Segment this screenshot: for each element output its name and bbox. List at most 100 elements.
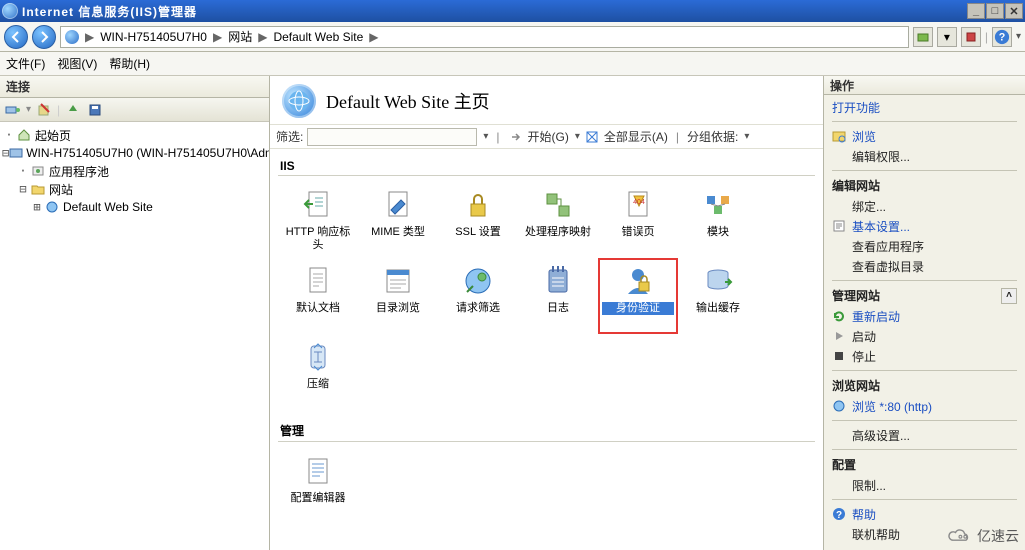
chevron-down-icon[interactable]: ▾ <box>575 131 580 142</box>
action-open-feature[interactable]: 打开功能 <box>832 97 1017 117</box>
chevron-right-icon: ▶ <box>85 30 94 44</box>
show-all[interactable]: 全部显示(A) <box>604 128 668 145</box>
action-bindings[interactable]: 绑定... <box>832 196 1017 216</box>
connections-panel: 连接 ▾ | · 起始页 ⊟ WIN-H751405U7H0 (WIN-H751… <box>0 76 270 550</box>
nav-util-button[interactable] <box>913 27 933 47</box>
filter-bar: 筛选: ▾ | 开始(G) ▾ 全部显示(A) | 分组依据: ▾ <box>270 125 823 149</box>
tile-config-editor[interactable]: 配置编辑器 <box>278 448 358 524</box>
action-browse-binding[interactable]: 浏览 *:80 (http) <box>832 396 1017 416</box>
remove-icon <box>37 103 51 117</box>
help-button[interactable]: ? <box>992 27 1012 47</box>
section-browse-site: 浏览网站 <box>832 370 1017 396</box>
action-view-vdirs[interactable]: 查看虚拟目录 <box>832 256 1017 276</box>
up-button[interactable] <box>64 101 82 119</box>
tree-start-page[interactable]: · 起始页 <box>2 126 267 144</box>
save-button[interactable] <box>86 101 104 119</box>
breadcrumb-site[interactable]: Default Web Site <box>273 30 363 44</box>
connect-button[interactable] <box>4 101 22 119</box>
maximize-button[interactable]: □ <box>986 3 1004 19</box>
tree-app-pools[interactable]: · 应用程序池 <box>2 162 267 180</box>
action-edit-permissions[interactable]: 编辑权限... <box>832 146 1017 166</box>
menu-bar: 文件(F) 视图(V) 帮助(H) <box>0 52 1025 76</box>
group-by-label: 分组依据: <box>687 128 738 145</box>
breadcrumb-sites[interactable]: 网站 <box>228 28 252 45</box>
globe-icon <box>44 200 60 214</box>
breadcrumb[interactable]: ▶ WIN-H751405U7H0 ▶ 网站 ▶ Default Web Sit… <box>60 26 909 48</box>
tile-handler-mappings[interactable]: 处理程序映射 <box>518 182 598 258</box>
menu-view[interactable]: 视图(V) <box>57 55 97 72</box>
modules-icon <box>699 186 737 224</box>
show-all-icon <box>584 129 600 145</box>
tile-output-caching[interactable]: 输出缓存 <box>678 258 758 334</box>
title-bar: Internet 信息服务(IIS)管理器 _ □ ✕ <box>0 0 1025 22</box>
directory-icon <box>379 262 417 300</box>
action-limits[interactable]: 限制... <box>832 475 1017 495</box>
tree-server[interactable]: ⊟ WIN-H751405U7H0 (WIN-H751405U7H0\Admi <box>2 144 267 162</box>
action-start[interactable]: 启动 <box>832 326 1017 346</box>
chevron-down-icon[interactable]: ▾ <box>744 131 749 142</box>
action-restart[interactable]: 重新启动 <box>832 306 1017 326</box>
group-iis: IIS <box>278 153 815 176</box>
server-icon <box>9 146 23 160</box>
tile-ssl-settings[interactable]: SSL 设置 <box>438 182 518 258</box>
cloud-icon <box>945 526 973 546</box>
tile-modules[interactable]: 模块 <box>678 182 758 258</box>
log-icon <box>539 262 577 300</box>
tile-http-response-headers[interactable]: HTTP 响应标头 <box>278 182 358 258</box>
browse-icon <box>832 399 846 413</box>
user-lock-icon <box>619 262 657 300</box>
action-advanced[interactable]: 高级设置... <box>832 425 1017 445</box>
close-button[interactable]: ✕ <box>1005 3 1023 19</box>
breadcrumb-server[interactable]: WIN-H751405U7H0 <box>100 30 207 44</box>
section-configure: 配置 <box>832 449 1017 475</box>
section-edit-site: 编辑网站 <box>832 170 1017 196</box>
remove-button[interactable] <box>35 101 53 119</box>
tree-default-site[interactable]: ⊞ Default Web Site <box>2 198 267 216</box>
forward-button[interactable] <box>32 25 56 49</box>
tile-error-pages[interactable]: 404 错误页 <box>598 182 678 258</box>
window-buttons: _ □ ✕ <box>967 3 1023 19</box>
action-help[interactable]: ? 帮助 <box>832 504 1017 524</box>
folder-icon <box>917 31 929 43</box>
menu-file[interactable]: 文件(F) <box>6 55 45 72</box>
go-icon <box>508 129 524 145</box>
home-icon <box>16 128 32 142</box>
disk-icon <box>88 103 102 117</box>
chevron-right-icon: ▶ <box>258 30 267 44</box>
back-button[interactable] <box>4 25 28 49</box>
stop-icon <box>965 31 977 43</box>
filter-go[interactable]: 开始(G) <box>528 128 569 145</box>
action-stop[interactable]: 停止 <box>832 346 1017 366</box>
tile-compression[interactable]: 压缩 <box>278 334 358 410</box>
tile-mime-types[interactable]: MIME 类型 <box>358 182 438 258</box>
action-view-apps[interactable]: 查看应用程序 <box>832 236 1017 256</box>
action-basic-settings[interactable]: 基本设置... <box>832 216 1017 236</box>
tree-sites[interactable]: ⊟ 网站 <box>2 180 267 198</box>
collapse-button[interactable]: ˄ <box>1001 288 1017 304</box>
tile-authentication[interactable]: 身份验证 <box>598 258 678 334</box>
pool-icon <box>30 164 46 178</box>
action-explore[interactable]: 浏览 <box>832 126 1017 146</box>
handler-icon <box>539 186 577 224</box>
nav-util-button[interactable]: ▾ <box>937 27 957 47</box>
page-title: Default Web Site 主页 <box>326 88 490 114</box>
connections-toolbar: ▾ | <box>0 98 269 122</box>
filter-icon <box>459 262 497 300</box>
nav-util-button[interactable] <box>961 27 981 47</box>
content-header: Default Web Site 主页 <box>270 76 823 125</box>
document-icon <box>299 262 337 300</box>
tile-directory-browsing[interactable]: 目录浏览 <box>358 258 438 334</box>
tile-request-filtering[interactable]: 请求筛选 <box>438 258 518 334</box>
settings-icon <box>832 219 846 233</box>
arrow-right-icon <box>38 31 50 43</box>
tile-logging[interactable]: 日志 <box>518 258 598 334</box>
filter-input[interactable] <box>307 128 477 146</box>
explore-icon <box>832 129 846 143</box>
minimize-button[interactable]: _ <box>967 3 985 19</box>
connections-tree[interactable]: · 起始页 ⊟ WIN-H751405U7H0 (WIN-H751405U7H0… <box>0 122 269 550</box>
chevron-down-icon[interactable]: ▾ <box>483 131 488 142</box>
compress-icon <box>299 338 337 376</box>
tile-default-document[interactable]: 默认文档 <box>278 258 358 334</box>
folder-icon <box>30 182 46 196</box>
menu-help[interactable]: 帮助(H) <box>109 55 150 72</box>
